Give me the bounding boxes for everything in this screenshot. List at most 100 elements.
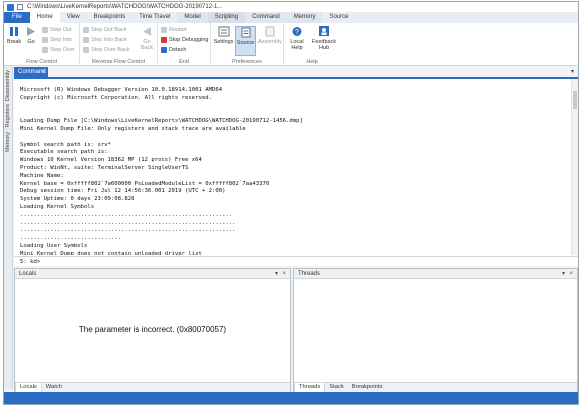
ribbon-home: Break Go Step Out Step Into Step Over Fl… [4, 23, 578, 66]
step-into-back-button[interactable]: Step Into Back [83, 35, 127, 44]
local-help-label-line2: Help [291, 45, 303, 51]
side-tab-memory[interactable]: Memory [5, 132, 11, 152]
assembly-mode-button[interactable]: Assembly [258, 26, 282, 45]
quick-access-save-icon[interactable] [17, 4, 23, 10]
detach-icon [161, 46, 167, 53]
ribbon-tab-row: File Home View Breakpoints Time Travel M… [4, 12, 578, 23]
end-group-label: End [179, 59, 189, 65]
tab-threads[interactable]: Threads [294, 383, 326, 392]
detach-button[interactable]: Detach [161, 45, 186, 54]
side-tab-disassembly[interactable]: Disassembly [5, 70, 11, 101]
break-label: Break [6, 39, 22, 45]
step-over-button[interactable]: Step Over [42, 45, 75, 54]
tab-command-window[interactable]: Command × [14, 67, 48, 77]
status-bar [4, 392, 578, 404]
settings-gear-icon [218, 26, 230, 37]
windbg-app-icon [7, 3, 14, 11]
preferences-group-label: Preferences [232, 59, 262, 65]
close-icon[interactable]: × [41, 67, 45, 77]
locals-panel-tabs: Locals Watch [15, 382, 290, 392]
tab-watch[interactable]: Watch [42, 383, 66, 392]
step-into-back-icon [83, 36, 89, 43]
detach-label: Detach [169, 46, 187, 53]
flow-control-group-label: Flow Control [26, 59, 57, 65]
restart-label: Restart [169, 26, 187, 33]
group-end: Restart Stop Debugging Detach End [158, 23, 211, 66]
locals-panel: Locals ▾ × The parameter is incorrect. (… [14, 268, 291, 393]
threads-panel-header: Threads ▾ × [294, 269, 577, 279]
step-out-back-label: Step Out Back [91, 26, 127, 33]
pause-icon [8, 26, 20, 37]
step-out-icon [42, 26, 48, 33]
scrollbar-thumb[interactable] [573, 91, 577, 109]
source-icon [240, 27, 252, 38]
assembly-label: Assembly [258, 39, 282, 45]
tab-locals[interactable]: Locals [15, 383, 42, 392]
command-output: Microsoft (R) Windows Debugger Version 1… [20, 87, 303, 255]
settings-button[interactable]: Settings [213, 26, 234, 45]
tab-home[interactable]: Home [29, 12, 60, 23]
side-tab-registers[interactable]: Registers [5, 104, 11, 127]
restart-icon [161, 26, 167, 33]
break-button[interactable]: Break [5, 26, 23, 45]
locals-error-message: The parameter is incorrect. (0x80070057) [78, 325, 227, 334]
group-flow-control: Break Go Step Out Step Into Step Over Fl… [4, 23, 80, 66]
step-into-button[interactable]: Step Into [42, 35, 72, 44]
chevron-down-icon[interactable]: ▾ [562, 269, 565, 279]
settings-label: Settings [213, 39, 234, 45]
go-arrow-icon [25, 26, 37, 37]
local-help-button[interactable]: ? Local Help [286, 26, 308, 51]
step-out-back-button[interactable]: Step Out Back [83, 25, 126, 34]
threads-panel-tabs: Threads Stack Breakpoints [294, 382, 577, 392]
close-icon[interactable]: × [569, 269, 573, 279]
title-bar: C:\Windows\LiveKernelReports\WATCHDOG\WA… [4, 2, 578, 12]
go-button[interactable]: Go [22, 26, 40, 45]
step-out-label: Step Out [50, 26, 72, 33]
tab-source[interactable]: Source [322, 12, 355, 23]
step-over-back-button[interactable]: Step Over Back [83, 45, 130, 54]
tab-model[interactable]: Model [177, 12, 208, 23]
step-out-back-icon [83, 26, 89, 33]
tab-command[interactable]: Command [245, 12, 287, 23]
stop-icon [161, 36, 167, 43]
step-over-back-label: Step Over Back [91, 46, 130, 53]
restart-button[interactable]: Restart [161, 25, 187, 34]
assembly-icon [264, 26, 276, 37]
command-vertical-scrollbar[interactable] [571, 79, 578, 255]
tab-breakpoints[interactable]: Breakpoints [87, 12, 133, 23]
feedback-hub-button[interactable]: Feedback Hub [310, 26, 338, 51]
help-question-icon: ? [291, 26, 303, 37]
tab-breakpoints-panel[interactable]: Breakpoints [348, 383, 387, 392]
step-out-button[interactable]: Step Out [42, 25, 72, 34]
tab-view[interactable]: View [60, 12, 87, 23]
step-into-label: Step Into [50, 36, 73, 43]
go-label: Go [27, 39, 35, 45]
side-tab-strip: Disassembly Registers Memory [4, 66, 13, 389]
tab-memory[interactable]: Memory [286, 12, 323, 23]
tab-time-travel[interactable]: Time Travel [132, 12, 177, 23]
chevron-down-icon[interactable]: ▾ [571, 68, 574, 75]
window-title: C:\Windows\LiveKernelReports\WATCHDOG\WA… [27, 4, 223, 10]
locals-panel-title: Locals [19, 271, 37, 277]
step-into-icon [42, 36, 48, 43]
feedback-hub-label-line2: Hub [318, 45, 330, 51]
source-mode-button[interactable]: Source [235, 26, 256, 56]
close-icon[interactable]: × [282, 269, 286, 279]
step-into-back-label: Step Into Back [91, 36, 127, 43]
tab-stack[interactable]: Stack [325, 383, 348, 392]
source-label: Source [236, 40, 255, 46]
stop-debugging-label: Stop Debugging [169, 36, 209, 43]
tab-file[interactable]: File [4, 12, 30, 23]
go-back-button[interactable]: Go Back [138, 26, 156, 51]
command-prompt-label: 5: kd> [20, 258, 41, 265]
chevron-down-icon[interactable]: ▾ [275, 269, 278, 279]
step-over-back-icon [83, 46, 89, 53]
windbg-window: C:\Windows\LiveKernelReports\WATCHDOG\WA… [3, 1, 579, 405]
step-over-icon [42, 46, 48, 53]
reverse-flow-group-label: Reverse Flow Control [92, 59, 145, 65]
stop-debugging-button[interactable]: Stop Debugging [161, 35, 208, 44]
command-input[interactable] [42, 257, 578, 266]
tab-scripting[interactable]: Scripting [207, 12, 246, 23]
step-over-label: Step Over [50, 46, 75, 53]
go-back-label-line2: Back [140, 45, 154, 51]
